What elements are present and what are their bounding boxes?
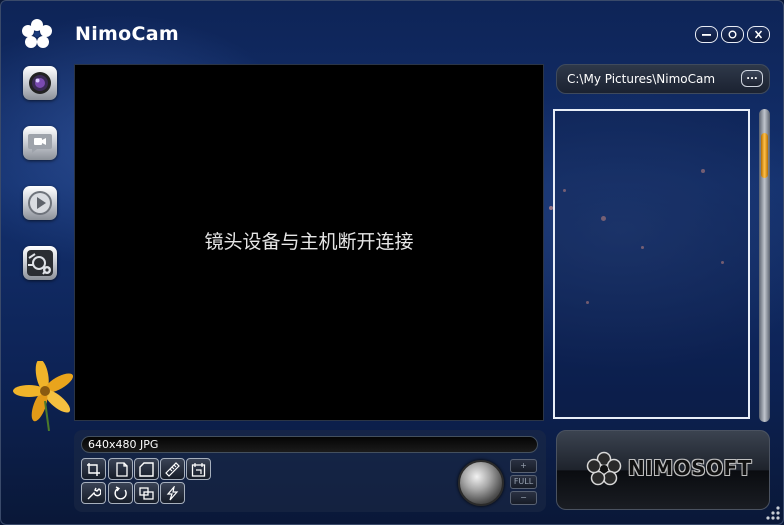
copy-icon	[116, 461, 128, 477]
ruler-button[interactable]	[160, 458, 185, 480]
timer-button[interactable]	[186, 458, 211, 480]
zoom-out-button[interactable]: −	[510, 491, 537, 505]
app-window: NimoCam 镜头设备与主机断开连接 640x480 JPG + FULL −…	[0, 0, 784, 525]
flash-button[interactable]	[160, 482, 185, 504]
camera-preview[interactable]: 镜头设备与主机断开连接	[74, 64, 544, 421]
app-title: NimoCam	[75, 23, 179, 45]
nav-play[interactable]	[23, 186, 57, 220]
timer-icon	[191, 462, 206, 477]
brand-name: NIMOSOFT	[628, 456, 752, 480]
overlay-icon	[139, 486, 154, 500]
frame-button[interactable]	[134, 458, 159, 480]
nimocam-logo-icon	[22, 19, 52, 48]
flash-icon	[166, 485, 179, 500]
scrollbar-thumb[interactable]	[761, 133, 768, 178]
browse-folder-button[interactable]: ...	[741, 70, 763, 87]
close-button[interactable]	[747, 26, 770, 43]
play-icon	[28, 191, 52, 215]
capture-button[interactable]	[458, 460, 504, 506]
window-controls	[695, 26, 770, 43]
flower-decoration	[13, 361, 74, 431]
crop-button[interactable]	[81, 458, 106, 480]
nimosoft-logo-icon	[586, 451, 622, 486]
video-chat-icon	[28, 134, 52, 153]
settings-icon	[27, 250, 53, 276]
nav-settings[interactable]	[23, 246, 57, 280]
maximize-button[interactable]	[721, 26, 744, 43]
wrench-icon	[87, 487, 101, 499]
save-path-field[interactable]: C:\My Pictures\NimoCam	[567, 72, 715, 86]
zoom-in-button[interactable]: +	[510, 459, 537, 473]
minimize-button[interactable]	[695, 26, 718, 43]
photo-thumbnail-list[interactable]	[553, 109, 750, 419]
wrench-button[interactable]	[81, 482, 106, 504]
ruler-icon	[165, 461, 180, 477]
maximize-icon	[728, 30, 737, 39]
format-status-bar: 640x480 JPG	[81, 436, 538, 453]
nav-video[interactable]	[23, 126, 57, 160]
crop-icon	[87, 462, 100, 476]
nav-camera[interactable]	[23, 66, 57, 100]
rotate-button[interactable]	[108, 482, 133, 504]
zoom-full-button[interactable]: FULL	[510, 475, 537, 489]
copy-button[interactable]	[108, 458, 133, 480]
overlay-button[interactable]	[134, 482, 159, 504]
close-icon	[754, 30, 763, 39]
frame-icon	[139, 461, 154, 477]
camera-lens-icon	[29, 72, 51, 94]
rotate-icon	[114, 485, 127, 499]
preview-status-message: 镜头设备与主机断开连接	[204, 231, 414, 253]
minimize-icon	[702, 34, 711, 36]
resize-grip-icon[interactable]	[765, 505, 781, 521]
